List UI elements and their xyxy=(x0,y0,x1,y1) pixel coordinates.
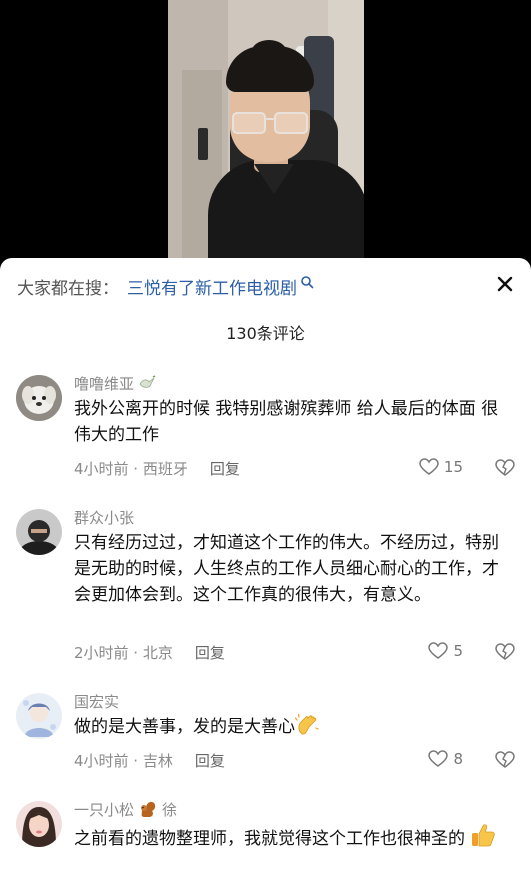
comment-text: 之前看的遗物整理师，我就觉得这个工作也很神圣的 xyxy=(74,822,514,852)
search-query-link[interactable]: 三悦有了新工作电视剧 xyxy=(127,274,297,299)
avatar[interactable] xyxy=(16,801,62,847)
broken-heart-icon[interactable] xyxy=(495,458,515,478)
comment-meta: 4小时前 · 吉林 回复 xyxy=(74,750,225,771)
heart-icon xyxy=(428,642,449,659)
like-button[interactable]: 8 xyxy=(428,750,463,768)
comment-author[interactable]: 一只小松 徐 xyxy=(74,798,514,820)
search-suggestion[interactable]: 大家都在搜： 三悦有了新工作电视剧 xyxy=(17,273,314,299)
comment-author[interactable]: 噜噜维亚 xyxy=(74,372,514,394)
like-button[interactable]: 5 xyxy=(428,642,463,660)
broken-heart-icon[interactable] xyxy=(495,750,515,770)
search-prefix: 大家都在搜： xyxy=(17,278,119,299)
comment-text: 我外公离开的时候 我特别感谢殡葬师 给人最后的体面 很伟大的工作 xyxy=(74,399,499,445)
avatar[interactable] xyxy=(16,375,62,421)
heart-icon xyxy=(419,458,439,475)
comment-author[interactable]: 国宏实 xyxy=(74,690,514,712)
comment-author[interactable]: 群众小张 xyxy=(74,506,514,528)
dove-icon xyxy=(139,375,156,388)
comment-sheet: 大家都在搜： 三悦有了新工作电视剧 130条评论 噜噜维亚 我外公离开的时候 我… xyxy=(0,258,531,882)
reply-button[interactable]: 回复 xyxy=(210,460,240,478)
comment-text: 只有经历过过，才知道这个工作的伟大。不经历过，特别是无助的时候，人生终点的工作人… xyxy=(74,533,499,605)
squirrel-icon xyxy=(141,801,156,817)
comment-time-location: 2小时前 · 北京 xyxy=(74,644,173,662)
comments-count: 130条评论 xyxy=(226,324,305,343)
video-frame xyxy=(168,0,364,258)
comment-meta: 4小时前 · 西班牙 回复 xyxy=(74,458,240,479)
search-icon xyxy=(301,276,314,289)
comment-time-location: 4小时前 · 西班牙 xyxy=(74,460,188,478)
like-count: 8 xyxy=(453,750,463,768)
like-button[interactable]: 15 xyxy=(419,458,463,476)
avatar[interactable] xyxy=(16,693,62,739)
reply-button[interactable]: 回复 xyxy=(195,644,225,662)
heart-icon xyxy=(428,750,449,767)
reply-button[interactable]: 回复 xyxy=(195,752,225,770)
clapping-hands-icon xyxy=(295,714,319,735)
like-count: 5 xyxy=(453,642,463,660)
broken-heart-icon[interactable] xyxy=(495,642,515,662)
comment-meta: 2小时前 · 北京 回复 xyxy=(74,642,225,663)
thumbs-up-icon xyxy=(472,824,496,847)
like-count: 15 xyxy=(443,458,463,476)
comment-time-location: 4小时前 · 吉林 xyxy=(74,752,173,770)
avatar[interactable] xyxy=(16,509,62,555)
close-icon[interactable] xyxy=(495,274,515,294)
video-player[interactable] xyxy=(0,0,531,258)
comment-text: 做的是大善事，发的是大善心 xyxy=(74,714,514,740)
